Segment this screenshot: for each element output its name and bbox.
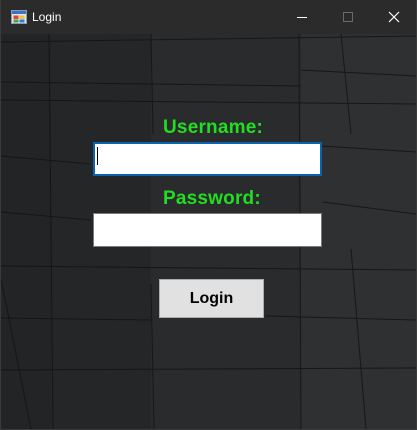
password-input[interactable] bbox=[93, 213, 322, 247]
login-window: Login Username: Password: Login bbox=[0, 0, 417, 430]
maximize-icon bbox=[343, 12, 353, 22]
text-caret bbox=[97, 147, 98, 165]
minimize-button[interactable] bbox=[279, 0, 325, 34]
close-button[interactable] bbox=[371, 0, 417, 34]
close-icon bbox=[388, 11, 400, 23]
login-button[interactable]: Login bbox=[159, 279, 264, 318]
username-label: Username: bbox=[163, 117, 264, 138]
form-client-area: Username: Password: Login bbox=[1, 34, 416, 429]
username-input[interactable] bbox=[93, 142, 322, 176]
app-window-icon bbox=[11, 9, 27, 25]
minimize-icon bbox=[297, 17, 307, 18]
window-title: Login bbox=[32, 10, 62, 24]
maximize-button[interactable] bbox=[325, 0, 371, 34]
title-bar[interactable]: Login bbox=[1, 0, 416, 34]
password-label: Password: bbox=[163, 188, 261, 209]
